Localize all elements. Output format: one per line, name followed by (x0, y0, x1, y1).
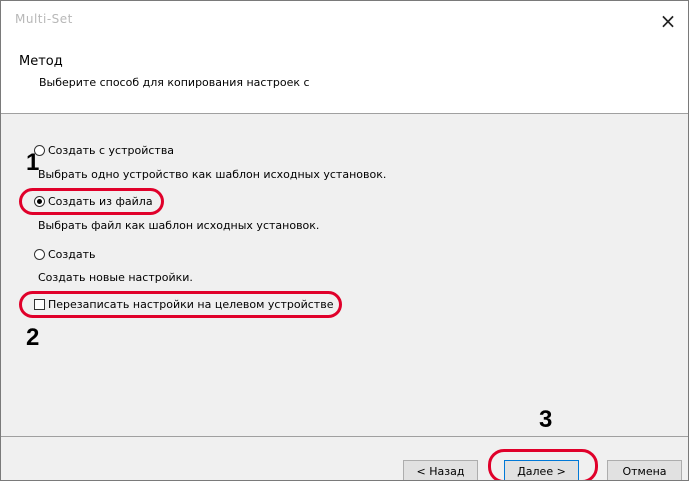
wizard-header: Метод Выберите способ для копирования на… (1, 41, 688, 114)
checkbox-icon[interactable] (34, 299, 45, 310)
radio-label: Создать (48, 248, 96, 261)
back-button[interactable]: < Назад (403, 460, 478, 480)
radio-icon[interactable] (34, 249, 45, 260)
radio-label: Создать из файла (48, 195, 153, 208)
cancel-button[interactable]: Отмена (607, 460, 682, 480)
highlight-ring (488, 449, 598, 480)
option-description: Создать новые настройки. (38, 271, 193, 284)
radio-checked-icon[interactable] (34, 196, 45, 207)
page-subtitle: Выберите способ для копирования настроек… (39, 76, 310, 89)
step-marker-1: 1 (26, 149, 40, 176)
wizard-content: Создать с устройства Выбрать одно устрой… (1, 114, 688, 436)
radio-create-from-file[interactable]: Создать из файла (34, 195, 153, 208)
radio-create[interactable]: Создать (34, 248, 96, 261)
checkbox-label: Перезаписать настройки на целевом устрой… (48, 298, 334, 311)
window-title: Multi-Set (15, 12, 73, 26)
step-marker-3: 3 (539, 406, 553, 433)
overwrite-checkbox[interactable]: Перезаписать настройки на целевом устрой… (34, 298, 333, 311)
page-title: Метод (19, 54, 63, 69)
option-description: Выбрать файл как шаблон исходных установ… (38, 219, 320, 232)
close-button[interactable]: × (648, 1, 688, 41)
title-bar: Multi-Set × (1, 1, 688, 41)
radio-label: Создать с устройства (48, 144, 175, 157)
close-icon: × (659, 9, 677, 33)
step-marker-2: 2 (26, 324, 40, 351)
wizard-footer: < Назад Далее > Отмена (1, 436, 688, 480)
radio-create-from-device[interactable]: Создать с устройства (34, 144, 174, 157)
wizard-window: Multi-Set × Метод Выберите способ для ко… (0, 0, 689, 481)
option-description: Выбрать одно устройство как шаблон исход… (38, 168, 387, 181)
